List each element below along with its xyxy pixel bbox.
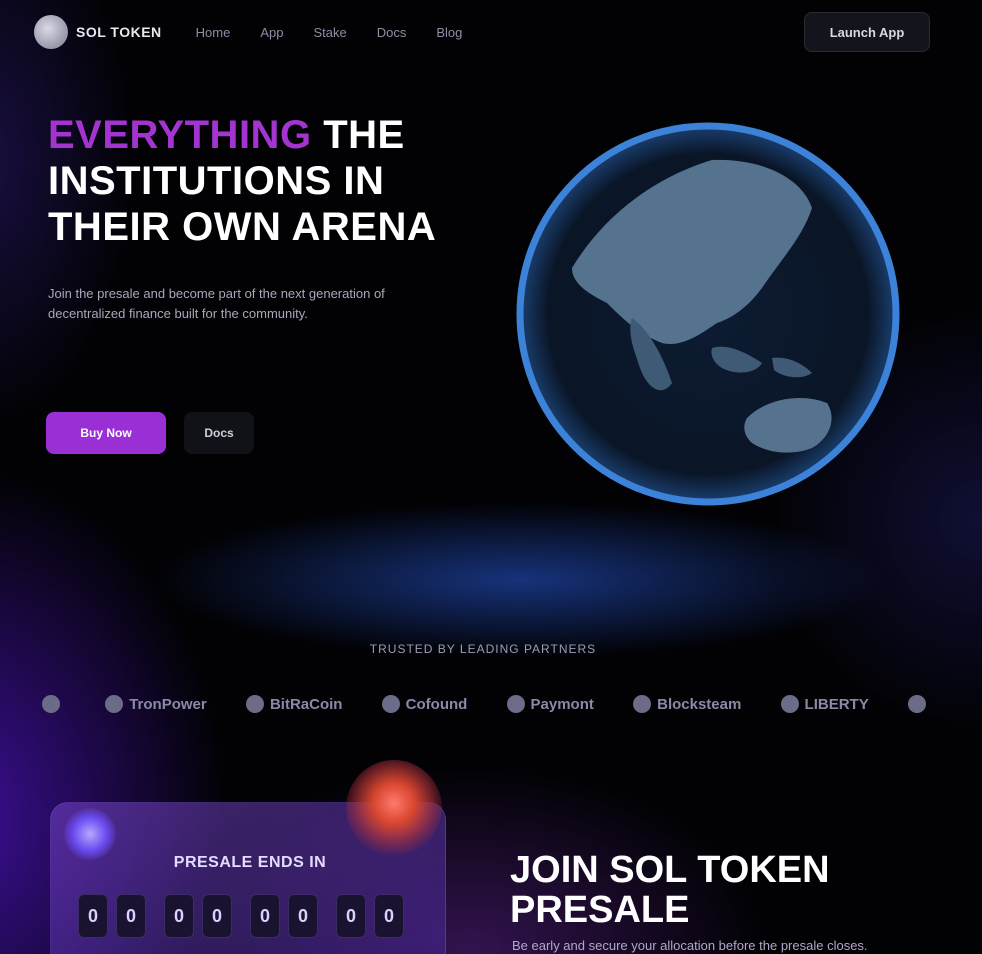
top-navigation: SOL TOKEN Home App Stake Docs Blog Launc… (34, 8, 930, 56)
partner-mark-icon (42, 695, 60, 713)
buy-now-button[interactable]: Buy Now (46, 412, 166, 454)
hero-description: Join the presale and become part of the … (48, 286, 385, 321)
countdown-days: 0 0 (78, 894, 146, 938)
partner-name: Cofound (405, 695, 468, 713)
partner-logo[interactable]: TronPower (105, 695, 207, 713)
countdown-digit: 0 (164, 894, 194, 938)
partner-name: BitRaCoin (269, 695, 343, 713)
countdown-digit: 0 (336, 894, 366, 938)
partner-mark-icon (633, 695, 652, 713)
partner-logo[interactable]: Blocksteam (633, 695, 741, 713)
join-presale-description: Be early and secure your allocation befo… (512, 938, 868, 953)
nav-link-docs[interactable]: Docs (377, 25, 407, 40)
countdown-digit: 0 (288, 894, 318, 938)
partner-logo[interactable]: BitRaCoin (245, 695, 343, 713)
countdown-digit: 0 (250, 894, 280, 938)
launch-app-button[interactable]: Launch App (804, 12, 930, 52)
globe-illustration (516, 122, 900, 506)
hero-buttons: Buy Now Docs (46, 412, 254, 454)
partners-heading: TRUSTED BY LEADING PARTNERS (369, 642, 597, 656)
nav-link-home[interactable]: Home (196, 25, 231, 40)
partner-mark-icon (780, 695, 799, 713)
partner-name: Paymont (530, 695, 594, 713)
partner-name: LIBERTY (804, 695, 869, 713)
hero-title-accent: EVERYTHING (48, 113, 312, 157)
nav-link-blog[interactable]: Blog (436, 25, 462, 40)
brand-logo[interactable]: SOL TOKEN (34, 15, 162, 49)
countdown-minutes: 0 0 (250, 894, 318, 938)
orb-icon (64, 808, 116, 860)
countdown-digit: 0 (202, 894, 232, 938)
countdown-timer: 0 0 0 0 0 0 0 0 (78, 894, 404, 938)
hero-title: EVERYTHING THE INSTITUTIONS IN THEIR OWN… (48, 112, 468, 250)
ball-icon (346, 760, 442, 856)
partner-name: Blocksteam (657, 695, 742, 713)
partner-name: TronPower (129, 695, 207, 713)
nav-link-stake[interactable]: Stake (314, 25, 347, 40)
partner-mark-icon (506, 695, 525, 713)
countdown-digit: 0 (374, 894, 404, 938)
partner-logo[interactable] (907, 695, 932, 713)
brand-name: SOL TOKEN (76, 24, 162, 40)
partners-strip: TronPower BitRaCoin Cofound Paymont Bloc… (42, 684, 932, 724)
countdown-digit: 0 (78, 894, 108, 938)
partner-mark-icon (245, 695, 264, 713)
partner-mark-icon (105, 695, 124, 713)
logo-mark-icon (34, 15, 68, 49)
partner-logo[interactable] (42, 695, 66, 713)
partner-logo[interactable]: Cofound (381, 695, 468, 713)
nav-link-app[interactable]: App (260, 25, 283, 40)
countdown-hours: 0 0 (164, 894, 232, 938)
nav-links: Home App Stake Docs Blog (196, 25, 463, 40)
partner-logo[interactable]: LIBERTY (780, 695, 869, 713)
presale-title: PRESALE ENDS IN (173, 854, 327, 871)
partner-logo[interactable]: Paymont (506, 695, 594, 713)
join-presale-title: JOIN SOL TOKEN PRESALE (510, 849, 830, 931)
countdown-digit: 0 (116, 894, 146, 938)
partner-mark-icon (381, 695, 400, 713)
countdown-seconds: 0 0 (336, 894, 404, 938)
partner-mark-icon (907, 695, 926, 713)
docs-button[interactable]: Docs (184, 412, 254, 454)
